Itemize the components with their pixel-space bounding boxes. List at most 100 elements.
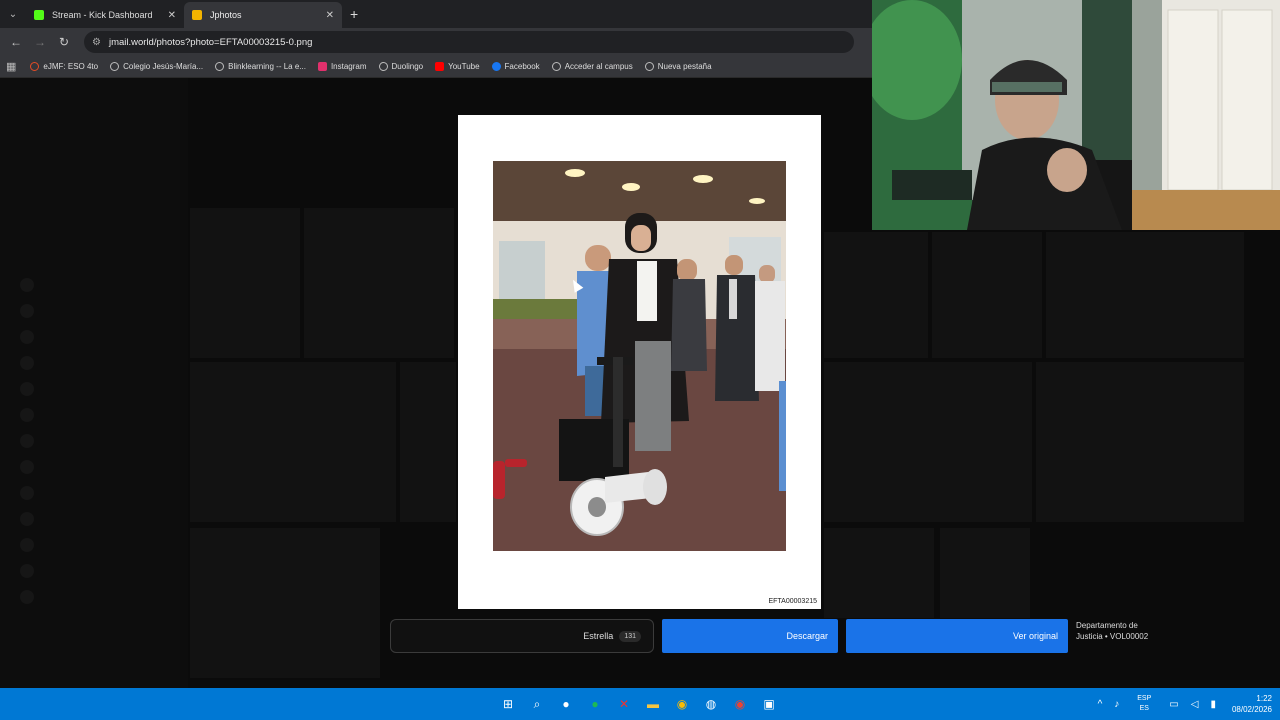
discord-icon[interactable]: ●: [554, 692, 578, 716]
tab-title: Jphotos: [210, 10, 242, 20]
battery-icon[interactable]: ▮: [1210, 699, 1216, 710]
avatar: [20, 330, 34, 344]
webcam-overlay: [872, 0, 1280, 230]
obs-icon[interactable]: ◍: [699, 692, 723, 716]
bookmark-item[interactable]: Duolingo: [378, 62, 424, 71]
facebook-icon: [491, 62, 501, 71]
tab-title: Stream - Kick Dashboard: [52, 10, 153, 20]
photo-tile[interactable]: [940, 528, 1030, 618]
bookmark-label: Duolingo: [391, 62, 424, 71]
avatar: [20, 590, 34, 604]
bookmark-item[interactable]: Instagram: [317, 62, 367, 71]
chrome-icon[interactable]: ◉: [670, 692, 694, 716]
webcam-illustration: [872, 0, 1280, 230]
microphone-icon[interactable]: ♪: [1114, 699, 1119, 710]
photo-tile[interactable]: [190, 528, 380, 678]
bookmark-item[interactable]: Acceder al campus: [551, 62, 633, 71]
view-original-button[interactable]: Ver original: [846, 619, 1068, 653]
photo-tile[interactable]: [824, 232, 928, 358]
tab-jphotos[interactable]: Jphotos ✕: [184, 2, 342, 28]
bookmark-item[interactable]: Facebook: [491, 62, 540, 71]
bookmark-item[interactable]: YouTube: [435, 62, 480, 71]
avatar: [20, 304, 34, 318]
bookmark-label: Instagram: [330, 62, 367, 71]
photo-tile[interactable]: [304, 208, 454, 358]
photo-tile[interactable]: [400, 362, 456, 522]
star-count-badge: 131: [619, 630, 641, 642]
photo-tile[interactable]: [190, 362, 396, 522]
photo-tile[interactable]: [1046, 232, 1244, 358]
photo-tile[interactable]: [824, 528, 934, 618]
chevron-up-icon[interactable]: ^: [1098, 699, 1103, 710]
back-icon[interactable]: ←: [4, 35, 28, 49]
clock-time: 1:22: [1256, 694, 1272, 703]
language-region: ES: [1139, 705, 1149, 712]
bookmark-item[interactable]: Nueva pestaña: [644, 62, 712, 71]
photo-illustration: [493, 161, 786, 551]
forward-icon[interactable]: →: [28, 35, 52, 49]
bookmark-item[interactable]: Blinklearning -- La e...: [215, 62, 306, 71]
avatar: [20, 408, 34, 422]
file-explorer-icon[interactable]: ▬: [641, 692, 665, 716]
app-x-icon[interactable]: ✕: [612, 692, 636, 716]
photo-tile[interactable]: [1036, 362, 1244, 522]
apps-icon[interactable]: ▦: [6, 60, 16, 73]
avatar: [20, 564, 34, 578]
globe-icon: [644, 62, 654, 71]
browser-toolbar: ← → ↻ ⚙ jmail.world/photos?photo=EFTA000…: [0, 28, 872, 56]
clock[interactable]: 1:22 08/02/2026: [1232, 693, 1272, 715]
globe-icon: [378, 62, 388, 71]
address-bar[interactable]: ⚙ jmail.world/photos?photo=EFTA00003215-…: [84, 31, 854, 53]
view-original-label: Ver original: [1012, 631, 1058, 641]
globe-icon: [551, 62, 561, 71]
photo-image[interactable]: [493, 161, 786, 551]
photo-id-label: EFTA00003215: [768, 598, 817, 605]
download-button[interactable]: Descargar: [662, 619, 838, 653]
spotify-icon[interactable]: ●: [583, 692, 607, 716]
network-icon[interactable]: ▭: [1169, 699, 1178, 710]
bookmark-label: YouTube: [448, 62, 480, 71]
youtube-icon: [435, 62, 445, 71]
bookmark-label: Acceder al campus: [564, 62, 633, 71]
avatar: [20, 538, 34, 552]
tab-search-icon[interactable]: ⌄: [0, 0, 26, 28]
close-icon[interactable]: ✕: [168, 10, 176, 21]
avatar: [20, 512, 34, 526]
avatar: [20, 382, 34, 396]
star-button[interactable]: Estrella 131: [390, 619, 654, 653]
close-icon[interactable]: ✕: [326, 10, 334, 21]
windows-start-icon[interactable]: ⊞: [496, 692, 520, 716]
bookmark-label: Facebook: [504, 62, 540, 71]
windows-taskbar: ⊞ ⌕ ● ● ✕ ▬ ◉ ◍ ◉ ▣ ^ ♪ ESP ES ▭ ◁ ▮ 1:2…: [0, 688, 1280, 720]
bookmark-label: Colegio Jesús-María...: [123, 62, 204, 71]
volume-icon[interactable]: ◁: [1191, 699, 1199, 710]
avatar: [20, 460, 34, 474]
tab-kick-dashboard[interactable]: Stream - Kick Dashboard ✕: [26, 2, 184, 28]
bookmark-icon: [30, 62, 40, 71]
bookmark-item[interactable]: Colegio Jesús-María...: [110, 62, 203, 71]
screen: ⌄ Stream - Kick Dashboard ✕ Jphotos ✕ + …: [0, 0, 1280, 720]
reload-icon[interactable]: ↻: [52, 35, 76, 49]
jphotos-icon: [192, 10, 202, 20]
language-indicator[interactable]: ESP ES: [1137, 694, 1151, 714]
site-info-icon[interactable]: ⚙: [92, 37, 101, 48]
browser-tab-bar: ⌄ Stream - Kick Dashboard ✕ Jphotos ✕ +: [0, 0, 872, 28]
star-label: Estrella: [583, 631, 614, 641]
photo-tile[interactable]: [190, 208, 300, 358]
bookmark-item[interactable]: eJMF: ESO 4to: [30, 62, 98, 71]
globe-icon: [110, 62, 120, 71]
remote-desktop-icon[interactable]: ▣: [757, 692, 781, 716]
bookmarks-bar: ▦ eJMF: ESO 4to Colegio Jesús-María... B…: [0, 56, 872, 78]
taskbar-apps: ⊞ ⌕ ● ● ✕ ▬ ◉ ◍ ◉ ▣: [496, 692, 786, 716]
language-code: ESP: [1137, 695, 1152, 702]
search-icon[interactable]: ⌕: [525, 692, 549, 716]
bookmark-label: eJMF: ESO 4to: [43, 62, 99, 71]
photo-tile[interactable]: [824, 362, 1032, 522]
photo-tile[interactable]: [932, 232, 1042, 358]
bookmark-label: Nueva pestaña: [657, 62, 712, 71]
download-label: Descargar: [786, 631, 828, 641]
source-label: Departamento de Justicia • VOL00002: [1076, 621, 1149, 641]
avatar: [20, 434, 34, 448]
chrome-alt-icon[interactable]: ◉: [728, 692, 752, 716]
new-tab-icon[interactable]: +: [350, 6, 358, 22]
